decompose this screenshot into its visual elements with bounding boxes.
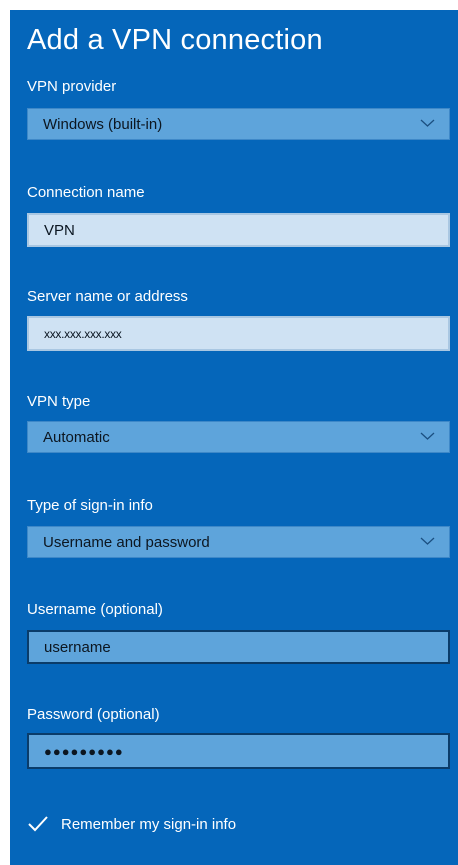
server-label: Server name or address	[27, 288, 188, 305]
vpn-type-value: Automatic	[43, 428, 110, 446]
password-field[interactable]: ●●●●●●●●●	[27, 733, 450, 769]
vpn-provider-dropdown[interactable]: Windows (built-in)	[27, 108, 450, 140]
signin-type-dropdown[interactable]: Username and password	[27, 526, 450, 558]
password-value: ●●●●●●●●●	[44, 743, 124, 759]
remember-signin-checkbox[interactable]: Remember my sign-in info	[27, 815, 236, 833]
remember-signin-label: Remember my sign-in info	[61, 815, 237, 833]
signin-type-label: Type of sign-in info	[27, 497, 153, 514]
vpn-type-label: VPN type	[27, 393, 91, 410]
vpn-type-dropdown[interactable]: Automatic	[27, 421, 450, 453]
username-value: username	[44, 638, 111, 656]
connection-name-label: Connection name	[27, 184, 145, 201]
vpn-provider-value: Windows (built-in)	[43, 115, 163, 133]
chevron-down-icon	[420, 119, 435, 127]
server-field[interactable]: xxx.xxx.xxx.xxx	[27, 316, 450, 351]
chevron-down-icon	[420, 432, 435, 440]
vpn-provider-label: VPN provider	[27, 78, 117, 95]
server-value: xxx.xxx.xxx.xxx	[44, 326, 122, 341]
chevron-down-icon	[420, 537, 435, 545]
connection-name-field[interactable]: VPN	[27, 213, 450, 247]
password-label: Password (optional)	[27, 706, 160, 723]
username-field[interactable]: username	[27, 630, 450, 664]
vpn-dialog: Add a VPN connection VPN provider Window…	[10, 10, 458, 865]
checkmark-icon	[28, 816, 48, 832]
signin-type-value: Username and password	[43, 533, 210, 551]
connection-name-value: VPN	[44, 221, 75, 239]
page-title: Add a VPN connection	[27, 24, 323, 56]
username-label: Username (optional)	[27, 601, 163, 618]
